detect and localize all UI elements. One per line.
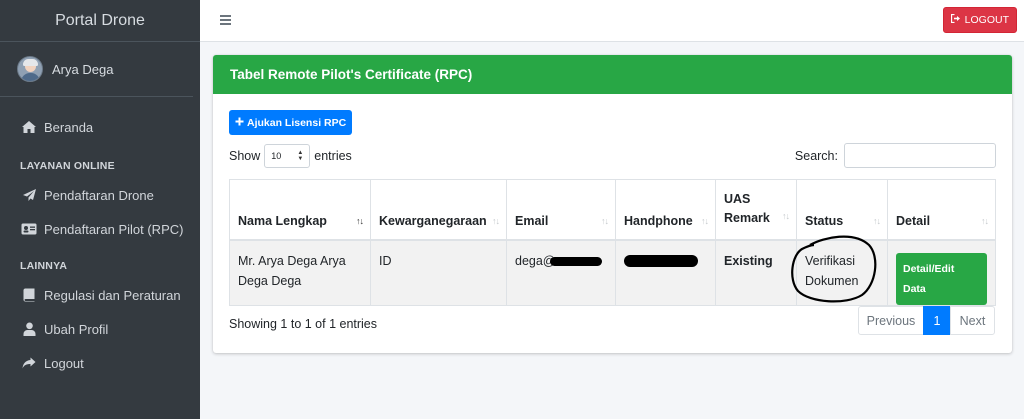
paper-plane-icon	[21, 187, 37, 203]
redaction-scribble	[549, 256, 602, 266]
next-page-button[interactable]: Next	[950, 306, 995, 335]
cell-kewarganegaraan: ID	[370, 239, 507, 306]
user-panel[interactable]: Arya Dega	[0, 42, 193, 97]
highlight-circle	[791, 235, 877, 302]
id-card-icon	[21, 221, 37, 237]
sort-icon: ↑↓	[601, 215, 609, 226]
nav-header-lainnya: LAINNYA	[20, 260, 68, 272]
page-length-value: 10	[271, 151, 282, 161]
nav-label-ubah-profil: Ubah Profil	[44, 321, 109, 337]
sign-out-icon	[950, 13, 961, 26]
home-icon	[21, 119, 37, 135]
share-icon	[21, 355, 37, 371]
show-label: Show	[229, 149, 261, 163]
column-header-kewarganegaraan[interactable]: Kewarganegaraan ↑↓	[370, 179, 507, 241]
page-length-select[interactable]: 10 ▲ ▼	[264, 144, 311, 168]
add-rpc-license-button[interactable]: Ajukan Lisensi RPC	[229, 110, 353, 135]
user-icon	[21, 321, 37, 337]
nav-label-regulasi: Regulasi dan Peraturan	[44, 287, 181, 303]
rpc-card: Tabel Remote Pilot's Certificate (RPC) A…	[213, 55, 1012, 353]
redaction-scribble	[624, 255, 698, 268]
nav-item-ubah-profil[interactable]: Ubah Profil	[0, 312, 200, 346]
nav-label-logout: Logout	[44, 355, 84, 371]
hamburger-menu-icon[interactable]	[220, 15, 231, 25]
column-header-status[interactable]: Status ↑↓	[796, 179, 888, 241]
book-icon	[21, 287, 37, 303]
rpc-table: Nama Lengkap ↑↓ Kewarganegaraan ↑↓ Email ↑↓…	[229, 179, 996, 306]
topbar: LOGOUT	[200, 0, 1024, 42]
column-header-handphone[interactable]: Handphone ↑↓	[615, 179, 716, 241]
sort-icon: ↑↓	[782, 210, 790, 221]
brand-link[interactable]: Portal Drone	[0, 0, 200, 42]
nav-item-logout[interactable]: Logout	[0, 346, 200, 380]
sort-icon: ↑↓	[492, 215, 500, 226]
table-row: Mr. Arya Dega Arya Dega Dega ID dega@ Ex…	[229, 235, 996, 306]
page-1-button[interactable]: 1	[923, 306, 951, 335]
select-arrows-icon: ▲ ▼	[297, 150, 304, 162]
sort-icon: ↑↓	[701, 215, 709, 226]
plus-icon	[235, 117, 244, 129]
add-rpc-license-label: Ajukan Lisensi RPC	[247, 116, 347, 129]
cell-handphone	[615, 239, 716, 306]
nav-label-beranda: Beranda	[44, 119, 94, 135]
sort-asc-icon: ↑↓	[356, 215, 364, 226]
card-title: Tabel Remote Pilot's Certificate (RPC)	[213, 55, 1012, 94]
logout-label: LOGOUT	[964, 14, 1009, 26]
sidebar: Portal Drone Arya Dega Beranda LAYANAN O…	[0, 0, 200, 419]
page-length-control: Show 10 ▲ ▼ entries	[229, 144, 352, 168]
user-name[interactable]: Arya Dega	[52, 62, 113, 77]
cell-nama: Mr. Arya Dega Arya Dega Dega	[229, 239, 371, 306]
column-header-email[interactable]: Email ↑↓	[506, 179, 616, 241]
sort-icon: ↑↓	[981, 215, 989, 226]
pagination: Previous 1 Next	[858, 306, 995, 335]
nav-label-pendaftaran-pilot: Pendaftaran Pilot (RPC)	[44, 221, 184, 237]
nav-item-beranda[interactable]: Beranda	[0, 110, 200, 144]
table-info: Showing 1 to 1 of 1 entries	[229, 317, 378, 331]
column-header-nama[interactable]: Nama Lengkap ↑↓	[229, 179, 371, 241]
logout-button[interactable]: LOGOUT	[942, 7, 1017, 33]
nav-header-layanan-online: LAYANAN ONLINE	[20, 160, 115, 172]
search-input[interactable]	[844, 143, 996, 168]
sort-icon: ↑↓	[873, 215, 881, 226]
cell-uas-remark: Existing	[715, 239, 797, 306]
cell-status: Verifikasi Dokumen	[791, 235, 888, 306]
cell-email: dega@	[506, 239, 616, 306]
entries-label: entries	[314, 149, 352, 163]
column-header-uas-remark[interactable]: UAS Remark ↑↓	[715, 179, 797, 241]
search-label: Search:	[794, 148, 838, 163]
column-header-detail[interactable]: Detail ↑↓	[887, 179, 996, 241]
avatar	[17, 56, 43, 82]
nav-item-pendaftaran-pilot[interactable]: Pendaftaran Pilot (RPC)	[0, 212, 200, 246]
nav-label-pendaftaran-drone: Pendaftaran Drone	[44, 187, 154, 203]
nav-item-regulasi[interactable]: Regulasi dan Peraturan	[0, 278, 200, 312]
cell-detail: Detail/Edit Data	[887, 239, 996, 306]
nav-item-pendaftaran-drone[interactable]: Pendaftaran Drone	[0, 178, 200, 212]
detail-edit-button[interactable]: Detail/Edit Data	[896, 252, 987, 305]
search-control: Search:	[795, 143, 996, 168]
previous-page-button[interactable]: Previous	[858, 306, 924, 335]
